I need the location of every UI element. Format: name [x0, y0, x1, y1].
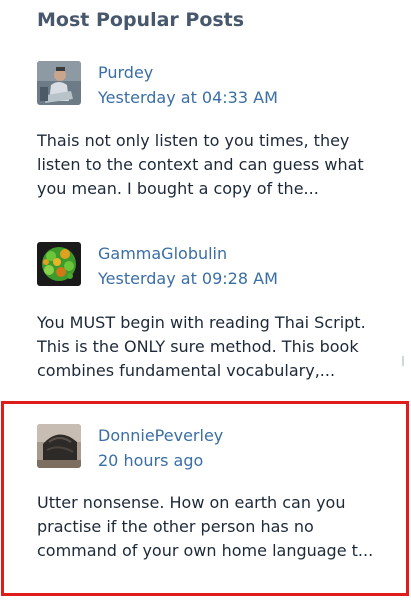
- excerpt-line: combines fundamental vocabulary,...: [37, 361, 336, 380]
- excerpt-line: listen to the context and can guess what: [37, 155, 364, 174]
- excerpt-line: Thais not only listen to you times, they: [37, 131, 350, 150]
- post-timestamp[interactable]: Yesterday at 09:28 AM: [98, 269, 278, 288]
- post-author-link[interactable]: GammaGlobulin: [98, 244, 227, 263]
- most-popular-posts-widget: Most Popular Posts Purdey Yesterday at 0…: [0, 0, 411, 600]
- excerpt-line: This is the ONLY sure method. This book: [37, 337, 359, 356]
- green-molecule-icon: [37, 242, 81, 286]
- excerpt-line: you mean. I bought a copy of the...: [37, 179, 319, 198]
- avatar[interactable]: [37, 242, 81, 286]
- post-excerpt[interactable]: Thais not only listen to you times, they…: [37, 129, 387, 201]
- post-excerpt[interactable]: You MUST begin with reading Thai Script.…: [37, 311, 387, 383]
- scrollbar-indicator: [402, 356, 404, 366]
- highlight-box: [1, 401, 409, 596]
- user-photo-icon: [37, 61, 81, 105]
- post-timestamp[interactable]: Yesterday at 04:33 AM: [98, 88, 278, 107]
- post-author-link[interactable]: Purdey: [98, 63, 153, 82]
- avatar[interactable]: [37, 61, 81, 105]
- widget-title: Most Popular Posts: [37, 9, 245, 31]
- excerpt-line: You MUST begin with reading Thai Script.: [37, 313, 366, 332]
